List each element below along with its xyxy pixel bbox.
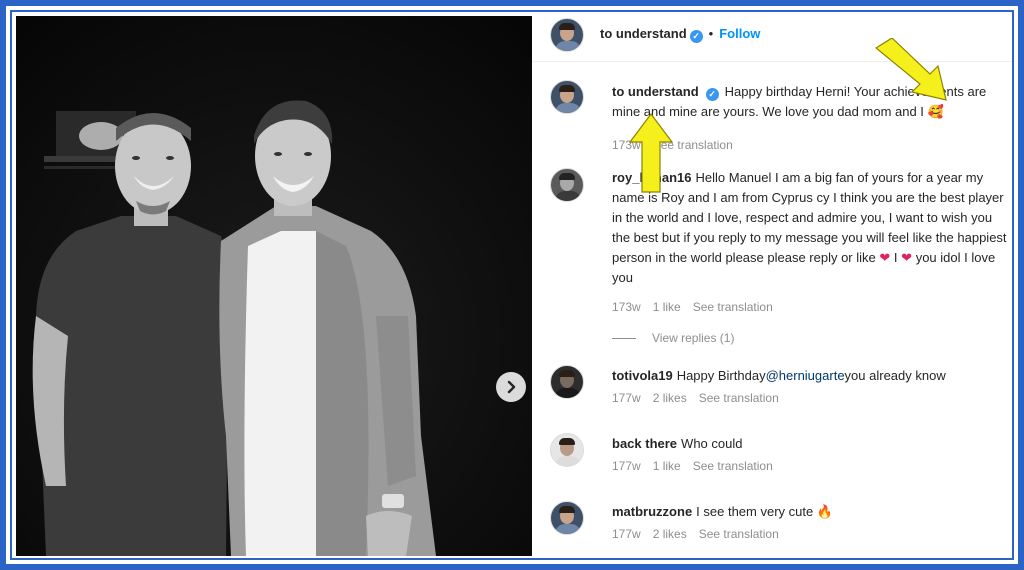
author-username[interactable]: to understand [600,26,687,41]
comments-pane: to understand ✓ • Follow to understand ✓ Happ… [532,12,1012,558]
author-avatar[interactable] [550,18,584,52]
see-translation-link[interactable]: See translation [653,138,733,152]
comment-text-mid: I [893,250,898,265]
comment-time: 177w [612,391,641,405]
comment-likes[interactable]: 2 likes [653,391,687,405]
comment-text-after: you already know [844,368,946,383]
view-replies-label: View replies (1) [652,331,735,345]
comment-username[interactable]: matbruzzone [612,504,692,519]
comment-text: Who could [681,436,743,451]
comment-time: 177w [612,459,641,473]
comment-username[interactable]: back there [612,436,677,451]
post-photo [16,16,532,556]
comment-likes[interactable]: 1 like [653,459,681,473]
verified-icon: ✓ [689,30,703,43]
next-photo-button[interactable] [496,372,526,402]
heart-icon: ❤ [901,250,913,265]
replies-divider [612,337,636,339]
caption-username[interactable]: to understand [612,84,699,99]
comment-likes[interactable]: 2 likes [653,527,687,541]
comment-username[interactable]: totivola19 [612,368,673,383]
comment-avatar[interactable] [550,168,584,202]
heart-icon: ❤ [879,250,891,265]
comment-text: I see them very cute [696,504,814,519]
view-replies-button[interactable]: View replies (1) [612,331,734,345]
follow-button[interactable]: Follow [719,26,760,41]
comment-time: 177w [612,527,641,541]
comment-username[interactable]: roy_lyman16 [612,170,692,185]
chevron-right-icon [507,380,516,394]
comment-likes[interactable]: 1 like [653,300,681,314]
see-translation-link[interactable]: See translation [699,527,779,541]
smiling-face-emoji: 🥰 [927,104,944,119]
post-header: to understand ✓ • Follow [532,12,1012,62]
photo-illustration [16,16,532,556]
see-translation-link[interactable]: See translation [693,459,773,473]
comment-avatar[interactable] [550,501,584,535]
post-window: to understand ✓ • Follow to understand ✓ Happ… [10,10,1014,560]
see-translation-link[interactable]: See translation [699,391,779,405]
caption-avatar[interactable] [550,80,584,114]
verified-icon: ✓ [705,88,719,101]
comment-avatar[interactable] [550,365,584,399]
separator-dot: • [708,26,714,41]
comment-avatar[interactable] [550,433,584,467]
mention-link[interactable]: @herniugarte [766,368,845,383]
caption-time: 173w [612,138,641,152]
comment-time: 173w [612,300,641,314]
comment-text: Happy Birthday [676,368,766,383]
see-translation-link[interactable]: See translation [693,300,773,314]
fire-emoji: 🔥 [816,504,834,519]
